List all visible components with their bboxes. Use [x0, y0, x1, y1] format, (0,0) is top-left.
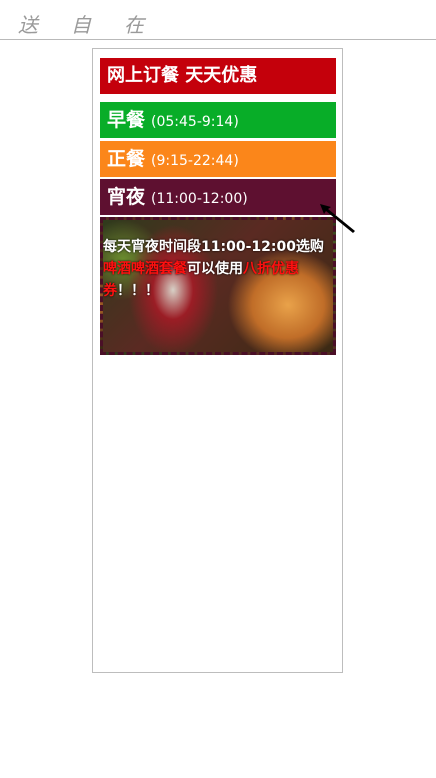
promo-highlight-item: 啤酒啤酒套餐	[103, 261, 187, 277]
arrow-cursor-icon	[320, 204, 355, 233]
meal-time: (11:00-12:00)	[151, 191, 248, 207]
promo-text-part: 可以使用	[187, 261, 243, 277]
promo-banner[interactable]: 每天宵夜时间段11:00-12:00选购啤酒啤酒套餐可以使用八折优惠券！！！	[100, 217, 336, 355]
meal-tab-supper[interactable]: 宵夜 (11:00-12:00)	[100, 179, 336, 215]
top-bar-text: 送自在	[18, 13, 177, 37]
meal-time: (9:15-22:44)	[151, 153, 239, 169]
top-bar: 送自在	[0, 0, 436, 40]
order-panel: 网上订餐 天天优惠 早餐 (05:45-9:14) 正餐 (9:15-22:44) …	[92, 48, 343, 673]
promo-text-part: 每天宵夜时间段11:00-12:00选购	[103, 239, 324, 255]
meal-name: 宵夜	[107, 186, 146, 208]
panel-title: 网上订餐 天天优惠	[100, 58, 336, 94]
promo-text-part: ！！！	[117, 283, 159, 299]
promo-text: 每天宵夜时间段11:00-12:00选购啤酒啤酒套餐可以使用八折优惠券！！！	[103, 236, 333, 302]
meal-tab-dinner[interactable]: 正餐 (9:15-22:44)	[100, 141, 336, 177]
meal-name: 正餐	[107, 148, 146, 170]
meal-tab-breakfast[interactable]: 早餐 (05:45-9:14)	[100, 102, 336, 138]
meal-name: 早餐	[107, 109, 146, 131]
meal-time: (05:45-9:14)	[151, 114, 239, 130]
